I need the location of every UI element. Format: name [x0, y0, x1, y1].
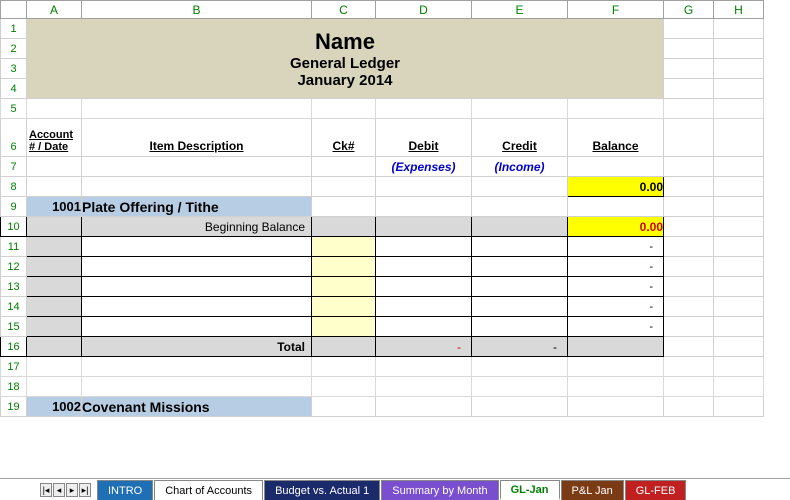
entry-desc[interactable]: [82, 237, 312, 257]
col-header-C[interactable]: C: [312, 1, 376, 19]
row-header[interactable]: 13: [1, 277, 27, 297]
account-name[interactable]: Covenant Missions: [82, 397, 312, 417]
column-header-row[interactable]: A B C D E F G H: [1, 1, 764, 19]
entry-balance: -: [568, 237, 664, 257]
total-credit: -: [472, 337, 568, 357]
row-header[interactable]: 12: [1, 257, 27, 277]
tab-nav-last-icon[interactable]: ▸|: [79, 483, 91, 497]
tab-pl-jan[interactable]: P&L Jan: [561, 480, 624, 500]
row-header[interactable]: 1: [1, 19, 27, 39]
hdr-balance: Balance: [568, 119, 664, 157]
entry-ck[interactable]: [312, 237, 376, 257]
account-number[interactable]: 1001: [27, 197, 82, 217]
account-number[interactable]: 1002: [27, 397, 82, 417]
col-header-G[interactable]: G: [664, 1, 714, 19]
hdr-desc: Item Description: [82, 119, 312, 157]
title-name: Name: [27, 23, 663, 55]
account-name[interactable]: Plate Offering / Tithe: [82, 197, 312, 217]
col-header-H[interactable]: H: [714, 1, 764, 19]
tab-nav-first-icon[interactable]: |◂: [40, 483, 52, 497]
row-header[interactable]: 5: [1, 99, 27, 119]
row-header[interactable]: 16: [1, 337, 27, 357]
entry-debit[interactable]: [376, 237, 472, 257]
tab-chart-of-accounts[interactable]: Chart of Accounts: [154, 480, 263, 500]
tab-nav-next-icon[interactable]: ▸: [66, 483, 78, 497]
tab-summary-by-month[interactable]: Summary by Month: [381, 480, 498, 500]
opening-balance[interactable]: 0.00: [568, 177, 664, 197]
hdr-account: Account # / Date: [27, 119, 82, 157]
sheet-tabs-bar: |◂ ◂ ▸ ▸| INTRO Chart of Accounts Budget…: [0, 478, 790, 500]
col-header-E[interactable]: E: [472, 1, 568, 19]
row-header[interactable]: 15: [1, 317, 27, 337]
col-header-B[interactable]: B: [82, 1, 312, 19]
col-header-D[interactable]: D: [376, 1, 472, 19]
title-sub: General Ledger: [27, 55, 663, 72]
col-header-A[interactable]: A: [27, 1, 82, 19]
tab-budget-vs-actual[interactable]: Budget vs. Actual 1: [264, 480, 380, 500]
row-header[interactable]: 17: [1, 357, 27, 377]
total-label: Total: [82, 337, 312, 357]
hdr-debit: Debit: [376, 119, 472, 157]
title-month: January 2014: [27, 72, 663, 95]
row-header[interactable]: 10: [1, 217, 27, 237]
tab-gl-jan[interactable]: GL-Jan: [500, 480, 560, 500]
hdr-credit-sub: (Income): [472, 157, 568, 177]
title-block: Name General Ledger January 2014: [27, 19, 664, 99]
row-header[interactable]: 19: [1, 397, 27, 417]
beginning-balance-value[interactable]: 0.00: [568, 217, 664, 237]
tab-nav-controls: |◂ ◂ ▸ ▸|: [40, 480, 91, 500]
beginning-balance-label: Beginning Balance: [82, 217, 312, 237]
hdr-debit-sub: (Expenses): [376, 157, 472, 177]
spreadsheet-grid[interactable]: A B C D E F G H 1 Name General Ledger Ja…: [0, 0, 764, 417]
row-header[interactable]: 9: [1, 197, 27, 217]
entry-credit[interactable]: [472, 237, 568, 257]
row-header[interactable]: 8: [1, 177, 27, 197]
entry-date[interactable]: [27, 237, 82, 257]
tab-intro[interactable]: INTRO: [97, 480, 153, 500]
hdr-ck: Ck#: [312, 119, 376, 157]
col-header-F[interactable]: F: [568, 1, 664, 19]
row-header[interactable]: 2: [1, 39, 27, 59]
tab-gl-feb[interactable]: GL-FEB: [625, 480, 687, 500]
total-debit: -: [376, 337, 472, 357]
row-header[interactable]: 3: [1, 59, 27, 79]
row-header[interactable]: 6: [1, 119, 27, 157]
tab-nav-prev-icon[interactable]: ◂: [53, 483, 65, 497]
row-header[interactable]: 11: [1, 237, 27, 257]
hdr-credit: Credit: [472, 119, 568, 157]
row-header[interactable]: 7: [1, 157, 27, 177]
row-header[interactable]: 14: [1, 297, 27, 317]
row-header[interactable]: 4: [1, 79, 27, 99]
row-header[interactable]: 18: [1, 377, 27, 397]
